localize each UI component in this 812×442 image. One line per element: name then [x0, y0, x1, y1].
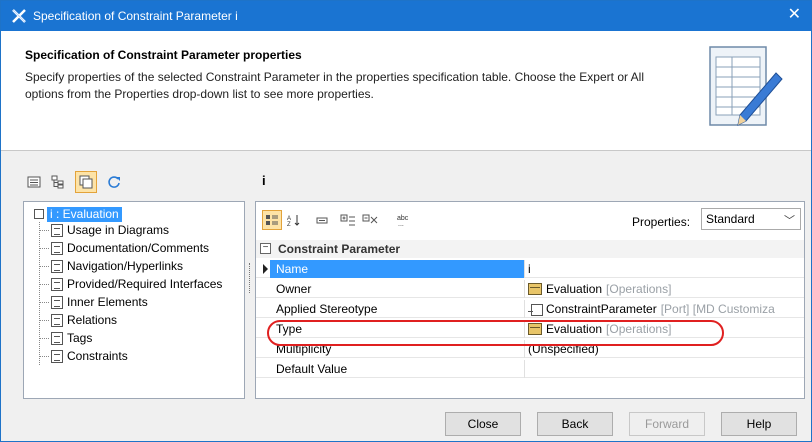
tree-item-tags[interactable]: Tags: [39, 330, 92, 346]
collapse-icon[interactable]: [312, 210, 332, 230]
properties-panel: AZ abc... Properties: Standard ﹀ − Const…: [255, 201, 805, 399]
property-name: Name: [276, 262, 309, 276]
property-row-name[interactable]: Name i: [256, 260, 804, 278]
page-icon: [51, 331, 63, 345]
abc-icon[interactable]: abc...: [394, 210, 414, 230]
forward-button[interactable]: Forward: [629, 412, 705, 436]
header-title: Specification of Constraint Parameter pr…: [25, 48, 302, 62]
splitter-handle[interactable]: [249, 263, 253, 293]
close-icon[interactable]: ✕: [788, 6, 801, 24]
filter-icon[interactable]: [75, 171, 97, 193]
property-value-text: Evaluation: [546, 322, 603, 336]
help-button[interactable]: Help: [721, 412, 797, 436]
tree-view-icon[interactable]: [47, 171, 69, 193]
property-value-suffix: [Port] [MD Customiza: [660, 302, 775, 316]
properties-dropdown[interactable]: Standard ﹀: [701, 208, 801, 230]
property-value-suffix: [Operations]: [606, 282, 672, 296]
title-bar[interactable]: Specification of Constraint Parameter i …: [1, 1, 811, 31]
tree-root-label[interactable]: i : Evaluation: [47, 206, 122, 222]
tree-item-interfaces[interactable]: Provided/Required Interfaces: [39, 276, 222, 292]
header-panel: Specification of Constraint Parameter pr…: [1, 31, 811, 151]
tree-item-inner-elements[interactable]: Inner Elements: [39, 294, 148, 310]
magicdraw-x-icon: [12, 9, 26, 23]
page-icon: [51, 349, 63, 363]
class-icon: [528, 323, 542, 335]
window-title: Specification of Constraint Parameter i: [33, 9, 238, 23]
property-value-text: ConstraintParameter: [546, 302, 657, 316]
property-row-default-value[interactable]: Default Value: [256, 360, 804, 378]
page-icon: [51, 295, 63, 309]
property-value-suffix: [Operations]: [606, 322, 672, 336]
class-icon: [528, 283, 542, 295]
property-name: Applied Stereotype: [276, 302, 378, 316]
tree-item-navigation[interactable]: Navigation/Hyperlinks: [39, 258, 183, 274]
collapse-group-icon[interactable]: −: [260, 243, 271, 254]
tree-root[interactable]: i : Evaluation: [34, 206, 122, 222]
property-name: Multiplicity: [276, 342, 332, 356]
page-icon: [51, 241, 63, 255]
selected-node-name: i: [262, 173, 266, 188]
page-icon: [51, 223, 63, 237]
property-value[interactable]: Evaluation [Operations]: [528, 322, 671, 336]
header-description: Specify properties of the selected Const…: [25, 70, 644, 101]
row-pointer-icon: [263, 264, 268, 274]
property-value-text: Evaluation: [546, 282, 603, 296]
group-title: Constraint Parameter: [278, 242, 401, 256]
property-value[interactable]: i: [528, 262, 531, 276]
chevron-down-icon: ﹀: [784, 215, 795, 227]
tree-item-constraints[interactable]: Constraints: [39, 348, 128, 364]
properties-dropdown-value: Standard: [706, 212, 755, 226]
property-value[interactable]: ConstraintParameter [Port] [MD Customiza: [528, 302, 775, 316]
svg-text:Z: Z: [287, 222, 291, 227]
list-view-icon[interactable]: [23, 171, 45, 193]
categorized-icon[interactable]: [262, 210, 282, 230]
properties-label: Properties:: [632, 215, 691, 229]
property-value[interactable]: (Unspecified): [528, 342, 599, 356]
property-name: Type: [276, 322, 303, 336]
property-name: Default Value: [276, 362, 348, 376]
property-row-applied-stereotype[interactable]: Applied Stereotype ConstraintParameter […: [256, 300, 804, 318]
tree-item-documentation[interactable]: Documentation/Comments: [39, 240, 209, 256]
property-value[interactable]: Evaluation [Operations]: [528, 282, 671, 296]
back-button[interactable]: Back: [537, 412, 613, 436]
page-icon: [51, 313, 63, 327]
specification-tree: i : Evaluation Usage in Diagrams Documen…: [23, 201, 245, 399]
tree-item-relations[interactable]: Relations: [39, 312, 117, 328]
property-row-owner[interactable]: Owner Evaluation [Operations]: [256, 280, 804, 298]
tree-item-usage-in-diagrams[interactable]: Usage in Diagrams: [39, 222, 169, 238]
sort-alpha-icon[interactable]: AZ: [284, 210, 304, 230]
document-pencil-icon: [709, 46, 783, 126]
property-row-type[interactable]: Type Evaluation [Operations]: [256, 320, 804, 338]
collapse-box-icon[interactable]: [34, 209, 44, 219]
collapse-all-icon[interactable]: [360, 210, 380, 230]
specification-dialog: Specification of Constraint Parameter i …: [0, 0, 812, 442]
svg-text:...: ...: [398, 221, 404, 227]
page-icon: [51, 259, 63, 273]
refresh-icon[interactable]: [103, 171, 125, 193]
page-icon: [51, 277, 63, 291]
close-button[interactable]: Close: [445, 412, 521, 436]
property-row-multiplicity[interactable]: Multiplicity (Unspecified): [256, 340, 804, 358]
group-header[interactable]: − Constraint Parameter: [256, 240, 804, 258]
property-name: Owner: [276, 282, 312, 296]
expand-all-icon[interactable]: [338, 210, 358, 230]
port-icon: [528, 303, 543, 316]
